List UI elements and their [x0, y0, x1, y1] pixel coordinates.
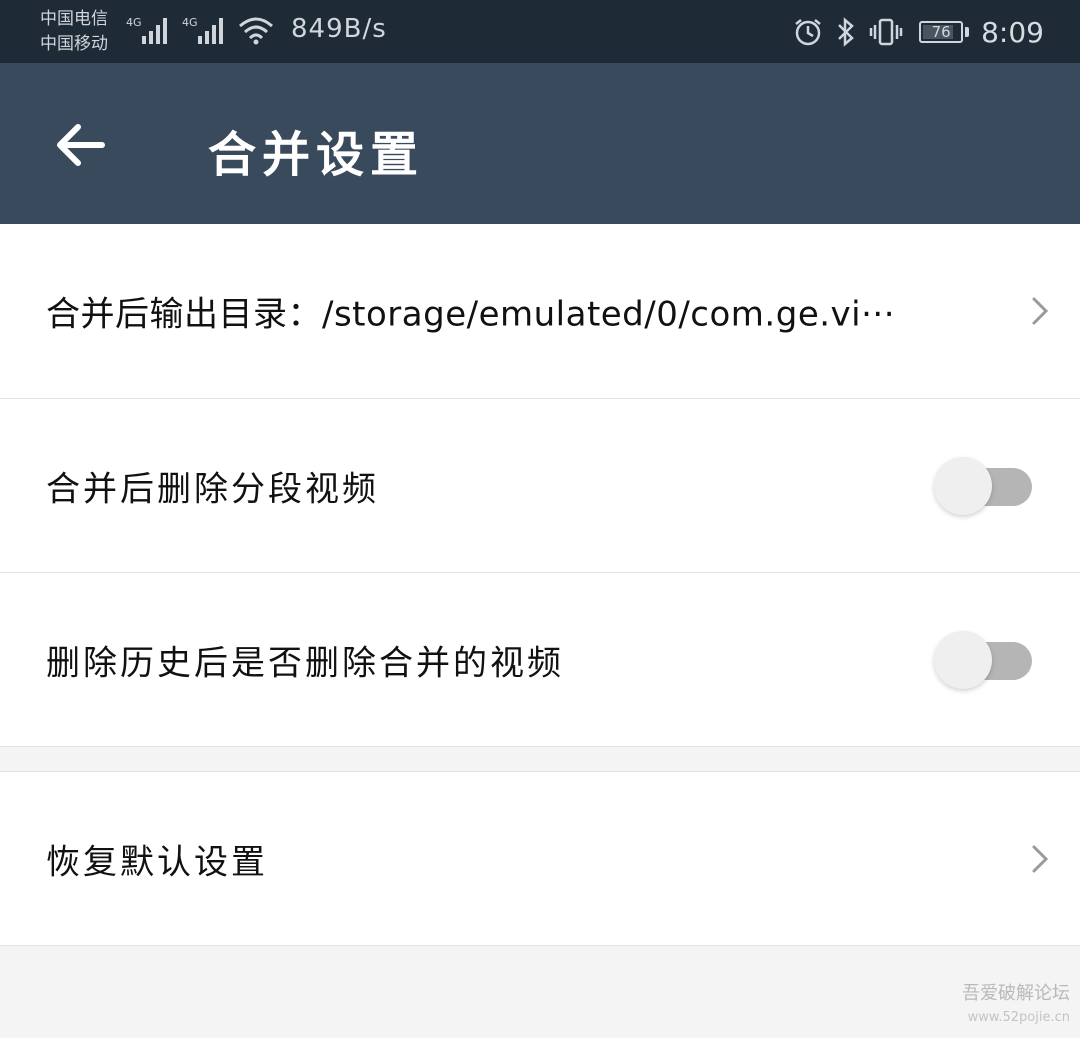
wifi-icon [239, 17, 273, 45]
watermark-line-1: 吾爱破解论坛 [962, 983, 1070, 1004]
battery-icon: 76 [919, 21, 964, 43]
network-speed: 849B/s [291, 14, 387, 44]
clock: 8:09 [981, 15, 1044, 49]
signal-icon: 4G [126, 16, 167, 44]
carrier-info: 中国电信 中国移动 [40, 7, 108, 57]
page-title: 合并设置 [208, 127, 425, 183]
toggle-thumb [934, 456, 992, 515]
bluetooth-icon [838, 17, 854, 47]
delete-segments-label: 合并后删除分段视频 [46, 469, 379, 509]
status-icons: 76 8:09 [781, 12, 1044, 52]
watermark-line-2: www.52pojie.cn [967, 1010, 1070, 1025]
battery-level: 76 [931, 23, 951, 41]
carrier-2: 中国移动 [40, 34, 108, 54]
delete-segments-row[interactable]: 合并后删除分段视频 [0, 399, 1080, 573]
toggle-thumb [934, 630, 992, 689]
restore-defaults-row[interactable]: 恢复默认设置 [0, 772, 1080, 946]
watermark: 吾爱破解论坛 www.52pojie.cn [962, 982, 1070, 1030]
vibrate-icon [869, 18, 903, 46]
carrier-1: 中国电信 [40, 9, 108, 29]
output-directory-row[interactable]: 合并后输出目录：/storage/emulated/0/com.ge.vi··· [0, 224, 1080, 399]
back-arrow-icon[interactable] [52, 117, 108, 173]
status-bar: 中国电信 中国移动 4G 4G 849B/s 76 8:09 [0, 0, 1080, 63]
network-type-1: 4G [126, 16, 142, 29]
alarm-icon [795, 19, 821, 46]
restore-defaults-label: 恢复默认设置 [46, 842, 268, 882]
settings-group-reset: 恢复默认设置 [0, 771, 1080, 946]
delete-merged-toggle[interactable] [934, 630, 1034, 690]
chevron-right-icon [1032, 845, 1049, 872]
app-bar: 合并设置 [0, 63, 1080, 224]
output-directory-label: 合并后输出目录：/storage/emulated/0/com.ge.vi··· [46, 294, 896, 335]
delete-merged-row[interactable]: 删除历史后是否删除合并的视频 [0, 573, 1080, 747]
settings-group-merge: 合并后输出目录：/storage/emulated/0/com.ge.vi···… [0, 224, 1080, 747]
delete-segments-toggle[interactable] [934, 456, 1034, 516]
signal-icon: 4G [182, 16, 223, 44]
network-type-2: 4G [182, 16, 198, 29]
chevron-right-icon [1032, 297, 1049, 325]
battery-tip [965, 27, 970, 37]
delete-merged-label: 删除历史后是否删除合并的视频 [46, 643, 564, 683]
